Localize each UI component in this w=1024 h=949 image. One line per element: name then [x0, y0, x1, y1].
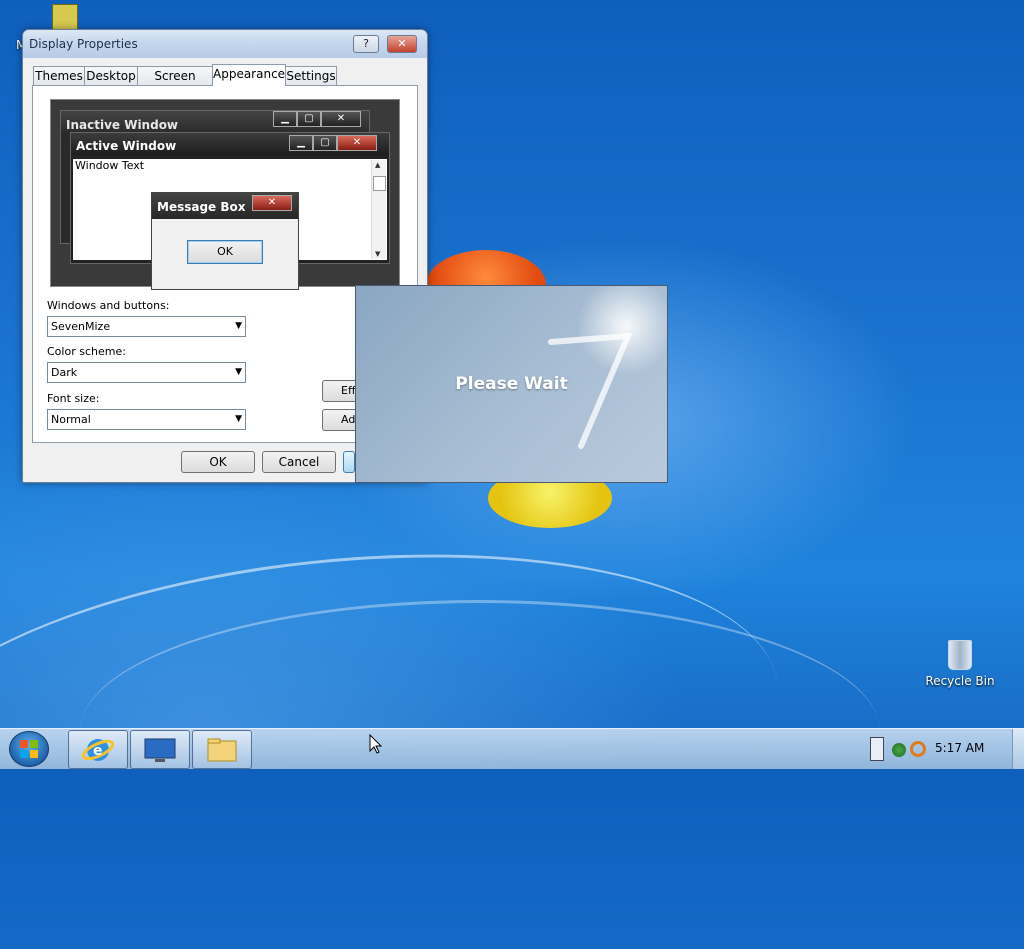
tray-window-icon[interactable] [870, 737, 884, 761]
svg-text:e: e [93, 743, 103, 759]
chevron-down-icon: ▼ [235, 367, 242, 377]
taskbar-explorer[interactable] [192, 730, 252, 769]
color-scheme-label: Color scheme: [47, 345, 126, 358]
window-title: Display Properties [29, 37, 138, 51]
display-icon [144, 738, 176, 762]
font-size-select[interactable]: Normal ▼ [47, 409, 246, 430]
taskbar-internet-explorer[interactable]: e [68, 730, 128, 769]
taskbar: e 5:17 AM [0, 728, 1024, 769]
preview-scrollbar: ▲ ▼ [371, 160, 386, 259]
taskbar-display[interactable] [130, 730, 190, 769]
maximize-icon: ▢ [297, 111, 321, 127]
appearance-preview: Inactive Window ▁ ▢ ✕ Active Window ▁ ▢ … [50, 99, 400, 290]
minimize-icon: ▁ [289, 135, 313, 151]
close-icon: ✕ [321, 111, 361, 127]
maximize-icon: ▢ [313, 135, 337, 151]
font-size-label: Font size: [47, 392, 100, 405]
apply-button[interactable] [343, 451, 355, 473]
font-size-value: Normal [51, 413, 91, 426]
preview-message-box: Message Box ✕ OK [151, 192, 299, 290]
windows-buttons-value: SevenMize [51, 320, 111, 333]
windows-buttons-select[interactable]: SevenMize ▼ [47, 316, 246, 337]
minimize-icon: ▁ [273, 111, 297, 127]
chevron-down-icon: ▼ [235, 414, 242, 424]
scroll-thumb [373, 176, 386, 191]
mouse-cursor-icon [369, 734, 383, 754]
chevron-down-icon: ▼ [235, 321, 242, 331]
search-icon[interactable] [910, 741, 926, 757]
tab-appearance[interactable]: Appearance [212, 64, 286, 86]
close-icon: ✕ [252, 195, 292, 211]
tab-screen-saver[interactable]: Screen Saver [137, 66, 213, 101]
window-titlebar[interactable]: Display Properties ? ✕ [23, 30, 427, 58]
windows-buttons-label: Windows and buttons: [47, 299, 170, 312]
show-desktop-button[interactable] [1012, 729, 1024, 769]
windows-logo-icon [20, 740, 38, 758]
internet-explorer-icon: e [81, 739, 115, 761]
color-scheme-value: Dark [51, 366, 78, 379]
tab-desktop[interactable]: Desktop [84, 66, 138, 85]
system-tray [868, 735, 928, 763]
color-scheme-select[interactable]: Dark ▼ [47, 362, 246, 383]
close-icon: ✕ [337, 135, 377, 151]
network-icon[interactable] [892, 743, 906, 757]
tab-themes[interactable]: Themes [33, 66, 85, 85]
preview-ok-button: OK [187, 240, 263, 264]
close-button[interactable]: ✕ [387, 35, 417, 53]
preview-active-window: Active Window ▁ ▢ ✕ Window Text ▲ ▼ Mess… [70, 132, 390, 290]
ok-button[interactable]: OK [181, 451, 255, 473]
settings-icon [52, 4, 78, 30]
preview-window-text: Window Text [75, 159, 145, 172]
taskbar-clock[interactable]: 5:17 AM [935, 741, 984, 755]
recycle-bin-label: Recycle Bin [925, 674, 995, 688]
please-wait-splash: Please Wait [355, 285, 668, 483]
recycle-bin-icon [948, 640, 972, 670]
start-button[interactable] [9, 731, 49, 767]
cancel-button[interactable]: Cancel [262, 451, 336, 473]
desktop-icon-recycle-bin[interactable]: Recycle Bin [920, 640, 1000, 688]
scroll-up-icon: ▲ [375, 161, 381, 169]
tab-settings[interactable]: Settings [285, 66, 337, 85]
please-wait-text: Please Wait [455, 374, 568, 394]
scroll-down-icon: ▼ [375, 250, 381, 258]
folder-icon [207, 738, 237, 762]
help-button[interactable]: ? [353, 35, 379, 53]
